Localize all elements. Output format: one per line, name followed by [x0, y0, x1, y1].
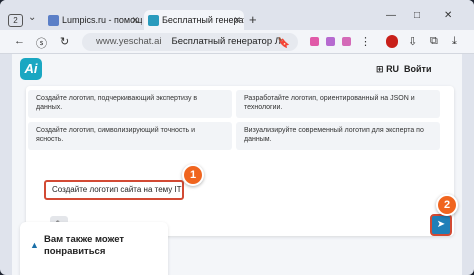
download-icon[interactable]: ⤓ [452, 35, 457, 48]
new-tab-button[interactable]: + [249, 13, 257, 27]
step-badge-1: 1 [182, 164, 204, 186]
collections-icon[interactable]: ⧉ [430, 35, 438, 48]
step-badge-2: 2 [436, 194, 458, 216]
url-field[interactable]: www.yeschat.ai Бесплатный генератор Л 🔖 [82, 33, 298, 51]
chat-card: Создайте логотип, подчеркивающий эксперт… [26, 86, 458, 236]
bookmark-icon[interactable]: 🔖 [278, 35, 290, 51]
send-button[interactable]: ➤ [430, 214, 452, 236]
extension-icon[interactable] [326, 37, 335, 46]
menu-icon[interactable]: ⋮ [360, 35, 371, 48]
address-bar: ← ⓢ ↻ www.yeschat.ai Бесплатный генератор… [0, 30, 474, 54]
suggestion-item[interactable]: Создайте логотип, символизирующий точнос… [28, 122, 232, 150]
tab-bar: 2 ⌄ Lumpics.ru - помощь с ко ✕ Бесплатны… [0, 0, 474, 30]
adblock-icon[interactable] [386, 35, 398, 48]
page-content: Ai ⊞ RU Войти Создайте логотип, подчерки… [12, 54, 462, 275]
browser-window: 2 ⌄ Lumpics.ru - помощь с ко ✕ Бесплатны… [0, 0, 474, 275]
language-label: RU [386, 64, 400, 74]
suggestion-item[interactable]: Создайте логотип, подчеркивающий эксперт… [28, 90, 232, 118]
back-icon[interactable]: ← [14, 35, 25, 47]
suggestion-item[interactable]: Визуализируйте современный логотип для э… [236, 122, 440, 150]
downloads-icon[interactable]: ⇩ [408, 35, 417, 48]
close-icon[interactable]: ✕ [131, 10, 139, 30]
language-selector[interactable]: ⊞ RU [376, 64, 399, 75]
translate-icon: ⊞ [376, 64, 384, 74]
tab-yeschat[interactable]: Бесплатный генерато ✕ [144, 10, 244, 30]
tab-count[interactable]: 2 [8, 14, 23, 27]
related-title: Вам также может понравиться [44, 234, 125, 257]
url-title: Бесплатный генератор Л [171, 36, 281, 47]
related-card: ▲ Вам также может понравиться [20, 222, 168, 275]
maximize-button[interactable]: □ [414, 10, 420, 21]
suggestion-item[interactable]: Разработайте логотип, ориентированный на… [236, 90, 440, 118]
extension-icon[interactable] [342, 37, 351, 46]
login-link[interactable]: Войти [404, 64, 431, 74]
tab-lumpics[interactable]: Lumpics.ru - помощь с ко ✕ [44, 10, 142, 30]
close-icon[interactable]: ✕ [233, 10, 241, 30]
url-domain: www.yeschat.ai [96, 36, 162, 47]
minimize-button[interactable]: — [386, 10, 396, 21]
close-window-button[interactable]: ✕ [444, 10, 452, 21]
lumpics-favicon-icon [48, 15, 59, 27]
yeschat-favicon-icon [148, 15, 159, 27]
refresh-icon[interactable]: ↻ [60, 35, 69, 48]
mountain-icon: ▲ [30, 240, 39, 250]
extension-icon[interactable] [310, 37, 319, 46]
site-logo[interactable]: Ai [20, 58, 42, 80]
tab-label: Бесплатный генерато [162, 15, 244, 25]
send-icon: ➤ [436, 219, 446, 230]
prompt-input[interactable]: Создайте логотип сайта на тему IT [44, 180, 184, 200]
chevron-down-icon[interactable]: ⌄ [28, 12, 36, 23]
tab-label: Lumpics.ru - помощь с ко [62, 15, 142, 25]
yandex-icon[interactable]: ⓢ [36, 35, 47, 51]
